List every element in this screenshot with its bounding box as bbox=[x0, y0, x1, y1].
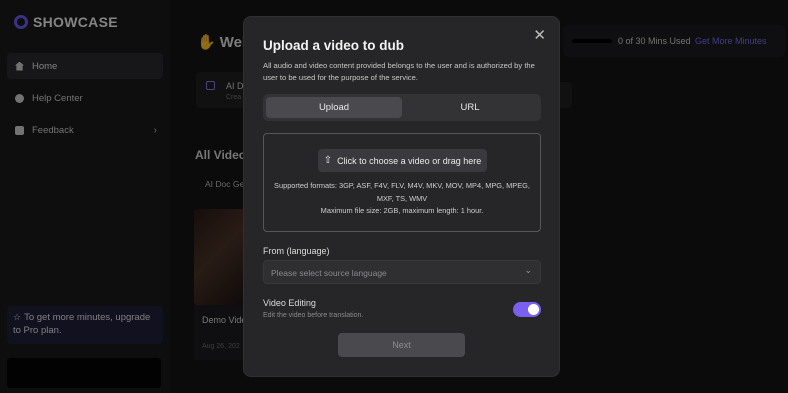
choose-video-label: Click to choose a video or drag here bbox=[337, 155, 482, 166]
select-placeholder: Please select source language bbox=[271, 268, 387, 278]
close-icon[interactable]: ✕ bbox=[533, 28, 546, 43]
upload-modal: ✕ Upload a video to dub All audio and vi… bbox=[243, 16, 560, 377]
next-button[interactable]: Next bbox=[338, 333, 465, 357]
modal-description: All audio and video content provided bel… bbox=[263, 61, 535, 82]
max-file-size: Maximum file size: 2GB, maximum length: … bbox=[320, 206, 484, 215]
video-editing-label: Video Editing bbox=[263, 298, 316, 308]
choose-video-button[interactable]: ⇧ Click to choose a video or drag here bbox=[318, 149, 487, 172]
tab-url[interactable]: URL bbox=[402, 97, 538, 118]
tab-upload[interactable]: Upload bbox=[266, 97, 402, 118]
source-language-select[interactable]: Please select source language ⌄ bbox=[263, 260, 541, 284]
supported-formats: Supported formats: 3GP, ASF, F4V, FLV, M… bbox=[274, 181, 530, 203]
video-editing-description: Edit the video before translation. bbox=[263, 312, 364, 319]
toggle-knob bbox=[528, 304, 539, 315]
modal-title: Upload a video to dub bbox=[263, 38, 404, 53]
video-editing-toggle[interactable] bbox=[513, 302, 541, 317]
source-tabs: Upload URL bbox=[263, 94, 541, 121]
from-language-label: From (language) bbox=[263, 246, 330, 256]
chevron-down-icon: ⌄ bbox=[524, 265, 532, 275]
upload-icon: ⇧ bbox=[323, 155, 333, 166]
file-dropzone[interactable]: ⇧ Click to choose a video or drag here S… bbox=[263, 133, 541, 232]
